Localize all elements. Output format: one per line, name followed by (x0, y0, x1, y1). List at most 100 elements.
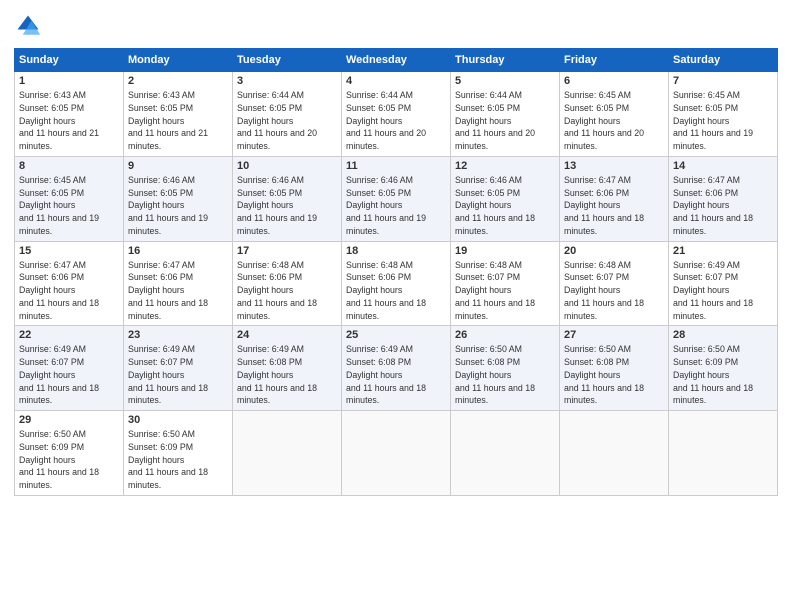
day-info: Sunrise: 6:47 AMSunset: 6:06 PMDaylight … (564, 175, 644, 236)
calendar-week-row: 8 Sunrise: 6:45 AMSunset: 6:05 PMDayligh… (15, 156, 778, 241)
day-number: 23 (128, 329, 228, 341)
day-number: 27 (564, 329, 664, 341)
day-info: Sunrise: 6:48 AMSunset: 6:07 PMDaylight … (455, 260, 535, 321)
day-number: 22 (19, 329, 119, 341)
calendar-week-row: 1 Sunrise: 6:43 AMSunset: 6:05 PMDayligh… (15, 72, 778, 157)
table-row: 25 Sunrise: 6:49 AMSunset: 6:08 PMDaylig… (342, 326, 451, 411)
calendar-header-row: Sunday Monday Tuesday Wednesday Thursday… (15, 49, 778, 72)
table-row (233, 411, 342, 496)
table-row: 21 Sunrise: 6:49 AMSunset: 6:07 PMDaylig… (669, 241, 778, 326)
day-info: Sunrise: 6:50 AMSunset: 6:09 PMDaylight … (673, 344, 753, 405)
day-number: 6 (564, 75, 664, 87)
day-number: 1 (19, 75, 119, 87)
table-row: 9 Sunrise: 6:46 AMSunset: 6:05 PMDayligh… (124, 156, 233, 241)
day-info: Sunrise: 6:50 AMSunset: 6:09 PMDaylight … (128, 429, 208, 490)
table-row: 29 Sunrise: 6:50 AMSunset: 6:09 PMDaylig… (15, 411, 124, 496)
day-number: 21 (673, 245, 773, 257)
table-row: 22 Sunrise: 6:49 AMSunset: 6:07 PMDaylig… (15, 326, 124, 411)
day-number: 3 (237, 75, 337, 87)
table-row: 7 Sunrise: 6:45 AMSunset: 6:05 PMDayligh… (669, 72, 778, 157)
day-info: Sunrise: 6:46 AMSunset: 6:05 PMDaylight … (455, 175, 535, 236)
table-row: 16 Sunrise: 6:47 AMSunset: 6:06 PMDaylig… (124, 241, 233, 326)
day-info: Sunrise: 6:49 AMSunset: 6:07 PMDaylight … (673, 260, 753, 321)
col-sunday: Sunday (15, 49, 124, 72)
day-number: 9 (128, 160, 228, 172)
calendar-week-row: 15 Sunrise: 6:47 AMSunset: 6:06 PMDaylig… (15, 241, 778, 326)
day-number: 2 (128, 75, 228, 87)
table-row: 1 Sunrise: 6:43 AMSunset: 6:05 PMDayligh… (15, 72, 124, 157)
logo (14, 12, 46, 40)
day-number: 7 (673, 75, 773, 87)
day-info: Sunrise: 6:48 AMSunset: 6:06 PMDaylight … (237, 260, 317, 321)
day-number: 20 (564, 245, 664, 257)
day-info: Sunrise: 6:46 AMSunset: 6:05 PMDaylight … (346, 175, 426, 236)
day-number: 17 (237, 245, 337, 257)
day-info: Sunrise: 6:50 AMSunset: 6:08 PMDaylight … (564, 344, 644, 405)
day-info: Sunrise: 6:50 AMSunset: 6:09 PMDaylight … (19, 429, 99, 490)
col-monday: Monday (124, 49, 233, 72)
day-info: Sunrise: 6:47 AMSunset: 6:06 PMDaylight … (128, 260, 208, 321)
day-number: 19 (455, 245, 555, 257)
table-row: 28 Sunrise: 6:50 AMSunset: 6:09 PMDaylig… (669, 326, 778, 411)
table-row: 2 Sunrise: 6:43 AMSunset: 6:05 PMDayligh… (124, 72, 233, 157)
table-row: 30 Sunrise: 6:50 AMSunset: 6:09 PMDaylig… (124, 411, 233, 496)
table-row: 24 Sunrise: 6:49 AMSunset: 6:08 PMDaylig… (233, 326, 342, 411)
day-info: Sunrise: 6:50 AMSunset: 6:08 PMDaylight … (455, 344, 535, 405)
day-number: 8 (19, 160, 119, 172)
day-info: Sunrise: 6:49 AMSunset: 6:07 PMDaylight … (128, 344, 208, 405)
day-number: 10 (237, 160, 337, 172)
day-info: Sunrise: 6:48 AMSunset: 6:07 PMDaylight … (564, 260, 644, 321)
day-number: 28 (673, 329, 773, 341)
day-number: 29 (19, 414, 119, 426)
table-row: 3 Sunrise: 6:44 AMSunset: 6:05 PMDayligh… (233, 72, 342, 157)
logo-icon (14, 12, 42, 40)
day-info: Sunrise: 6:45 AMSunset: 6:05 PMDaylight … (673, 90, 753, 151)
table-row: 10 Sunrise: 6:46 AMSunset: 6:05 PMDaylig… (233, 156, 342, 241)
day-info: Sunrise: 6:43 AMSunset: 6:05 PMDaylight … (128, 90, 208, 151)
col-saturday: Saturday (669, 49, 778, 72)
day-number: 14 (673, 160, 773, 172)
col-friday: Friday (560, 49, 669, 72)
table-row (451, 411, 560, 496)
table-row: 20 Sunrise: 6:48 AMSunset: 6:07 PMDaylig… (560, 241, 669, 326)
day-info: Sunrise: 6:44 AMSunset: 6:05 PMDaylight … (237, 90, 317, 151)
table-row: 23 Sunrise: 6:49 AMSunset: 6:07 PMDaylig… (124, 326, 233, 411)
day-info: Sunrise: 6:49 AMSunset: 6:07 PMDaylight … (19, 344, 99, 405)
day-number: 12 (455, 160, 555, 172)
day-number: 15 (19, 245, 119, 257)
day-number: 24 (237, 329, 337, 341)
table-row: 14 Sunrise: 6:47 AMSunset: 6:06 PMDaylig… (669, 156, 778, 241)
table-row: 13 Sunrise: 6:47 AMSunset: 6:06 PMDaylig… (560, 156, 669, 241)
table-row (560, 411, 669, 496)
table-row: 4 Sunrise: 6:44 AMSunset: 6:05 PMDayligh… (342, 72, 451, 157)
day-number: 5 (455, 75, 555, 87)
calendar-week-row: 29 Sunrise: 6:50 AMSunset: 6:09 PMDaylig… (15, 411, 778, 496)
table-row: 19 Sunrise: 6:48 AMSunset: 6:07 PMDaylig… (451, 241, 560, 326)
table-row: 6 Sunrise: 6:45 AMSunset: 6:05 PMDayligh… (560, 72, 669, 157)
table-row: 11 Sunrise: 6:46 AMSunset: 6:05 PMDaylig… (342, 156, 451, 241)
table-row: 5 Sunrise: 6:44 AMSunset: 6:05 PMDayligh… (451, 72, 560, 157)
day-info: Sunrise: 6:47 AMSunset: 6:06 PMDaylight … (19, 260, 99, 321)
col-tuesday: Tuesday (233, 49, 342, 72)
day-info: Sunrise: 6:49 AMSunset: 6:08 PMDaylight … (346, 344, 426, 405)
table-row: 15 Sunrise: 6:47 AMSunset: 6:06 PMDaylig… (15, 241, 124, 326)
day-number: 16 (128, 245, 228, 257)
table-row (669, 411, 778, 496)
day-number: 4 (346, 75, 446, 87)
col-wednesday: Wednesday (342, 49, 451, 72)
table-row: 17 Sunrise: 6:48 AMSunset: 6:06 PMDaylig… (233, 241, 342, 326)
day-info: Sunrise: 6:49 AMSunset: 6:08 PMDaylight … (237, 344, 317, 405)
day-info: Sunrise: 6:43 AMSunset: 6:05 PMDaylight … (19, 90, 99, 151)
day-number: 18 (346, 245, 446, 257)
table-row (342, 411, 451, 496)
table-row: 18 Sunrise: 6:48 AMSunset: 6:06 PMDaylig… (342, 241, 451, 326)
header (14, 12, 778, 40)
day-number: 13 (564, 160, 664, 172)
day-info: Sunrise: 6:48 AMSunset: 6:06 PMDaylight … (346, 260, 426, 321)
col-thursday: Thursday (451, 49, 560, 72)
day-info: Sunrise: 6:46 AMSunset: 6:05 PMDaylight … (237, 175, 317, 236)
day-number: 26 (455, 329, 555, 341)
table-row: 26 Sunrise: 6:50 AMSunset: 6:08 PMDaylig… (451, 326, 560, 411)
day-info: Sunrise: 6:44 AMSunset: 6:05 PMDaylight … (455, 90, 535, 151)
page: Sunday Monday Tuesday Wednesday Thursday… (0, 0, 792, 612)
